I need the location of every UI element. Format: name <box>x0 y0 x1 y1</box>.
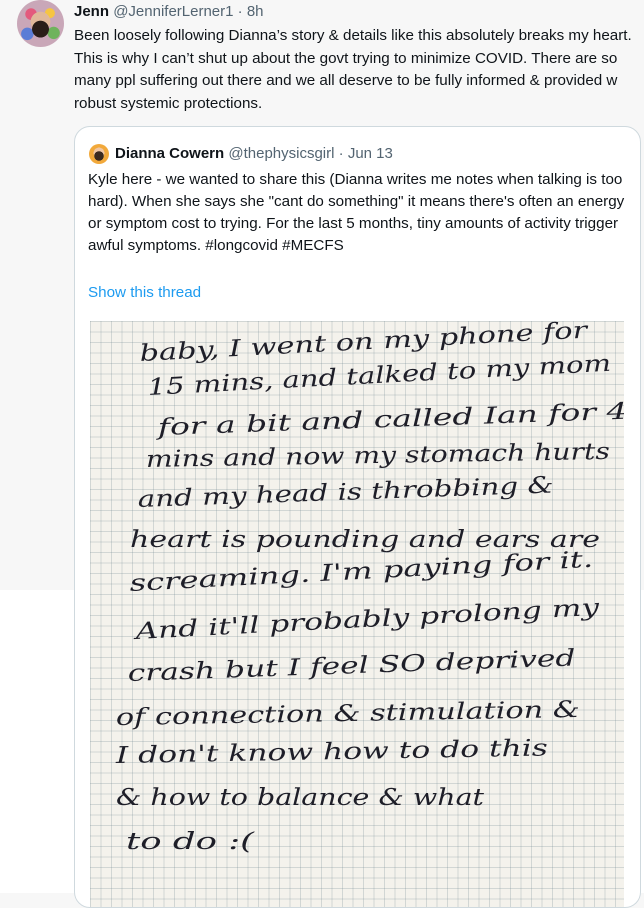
quoted-author-name: Dianna Cowern <box>115 145 225 162</box>
note-line: I don't know how to do this <box>114 735 548 769</box>
note-line: for a bit and called Ian for 4 <box>154 399 624 441</box>
note-line: screaming. I'm paying for it. <box>129 547 594 597</box>
note-line: and my head is throbbing & <box>137 472 554 513</box>
note-line: to do :( <box>126 829 256 855</box>
author-handle[interactable]: @JenniferLerner1 <box>113 3 233 20</box>
note-line: crash but I feel SO deprived <box>127 645 576 687</box>
author-avatar[interactable] <box>17 0 64 47</box>
note-line: of connection & stimulation & <box>116 697 580 731</box>
quoted-author-avatar <box>89 144 109 164</box>
show-thread-link[interactable]: Show this thread <box>88 283 201 303</box>
handwritten-note-svg: baby, I went on my phone for15 mins, and… <box>114 321 624 855</box>
author-name[interactable]: Jenn <box>74 3 109 20</box>
quoted-tweet-header: Dianna Cowern @thephysicsgirl · Jun 13 <box>115 144 393 164</box>
quoted-tweet-text: Kyle here - we wanted to share this (Dia… <box>88 171 625 254</box>
quoted-timestamp: Jun 13 <box>347 145 393 162</box>
header-separator: · <box>237 3 243 20</box>
quoted-header-separator: · <box>338 145 344 162</box>
note-line: And it'll probably prolong my <box>132 595 601 645</box>
tweet-header: Jenn @JenniferLerner1 · 8h <box>74 3 264 21</box>
quoted-author-handle: @thephysicsgirl <box>228 145 335 162</box>
quoted-tweet-card[interactable]: Dianna Cowern @thephysicsgirl · Jun 13 K… <box>74 126 641 908</box>
note-line: mins and now my stomach hurts <box>146 439 611 473</box>
handwritten-note-image[interactable]: baby, I went on my phone for 15 mins, and… <box>90 321 624 907</box>
note-line: & how to balance & what <box>116 785 485 811</box>
tweet-text: Been loosely following Dianna’s story & … <box>74 27 632 112</box>
tweet-timestamp[interactable]: 8h <box>247 3 264 20</box>
